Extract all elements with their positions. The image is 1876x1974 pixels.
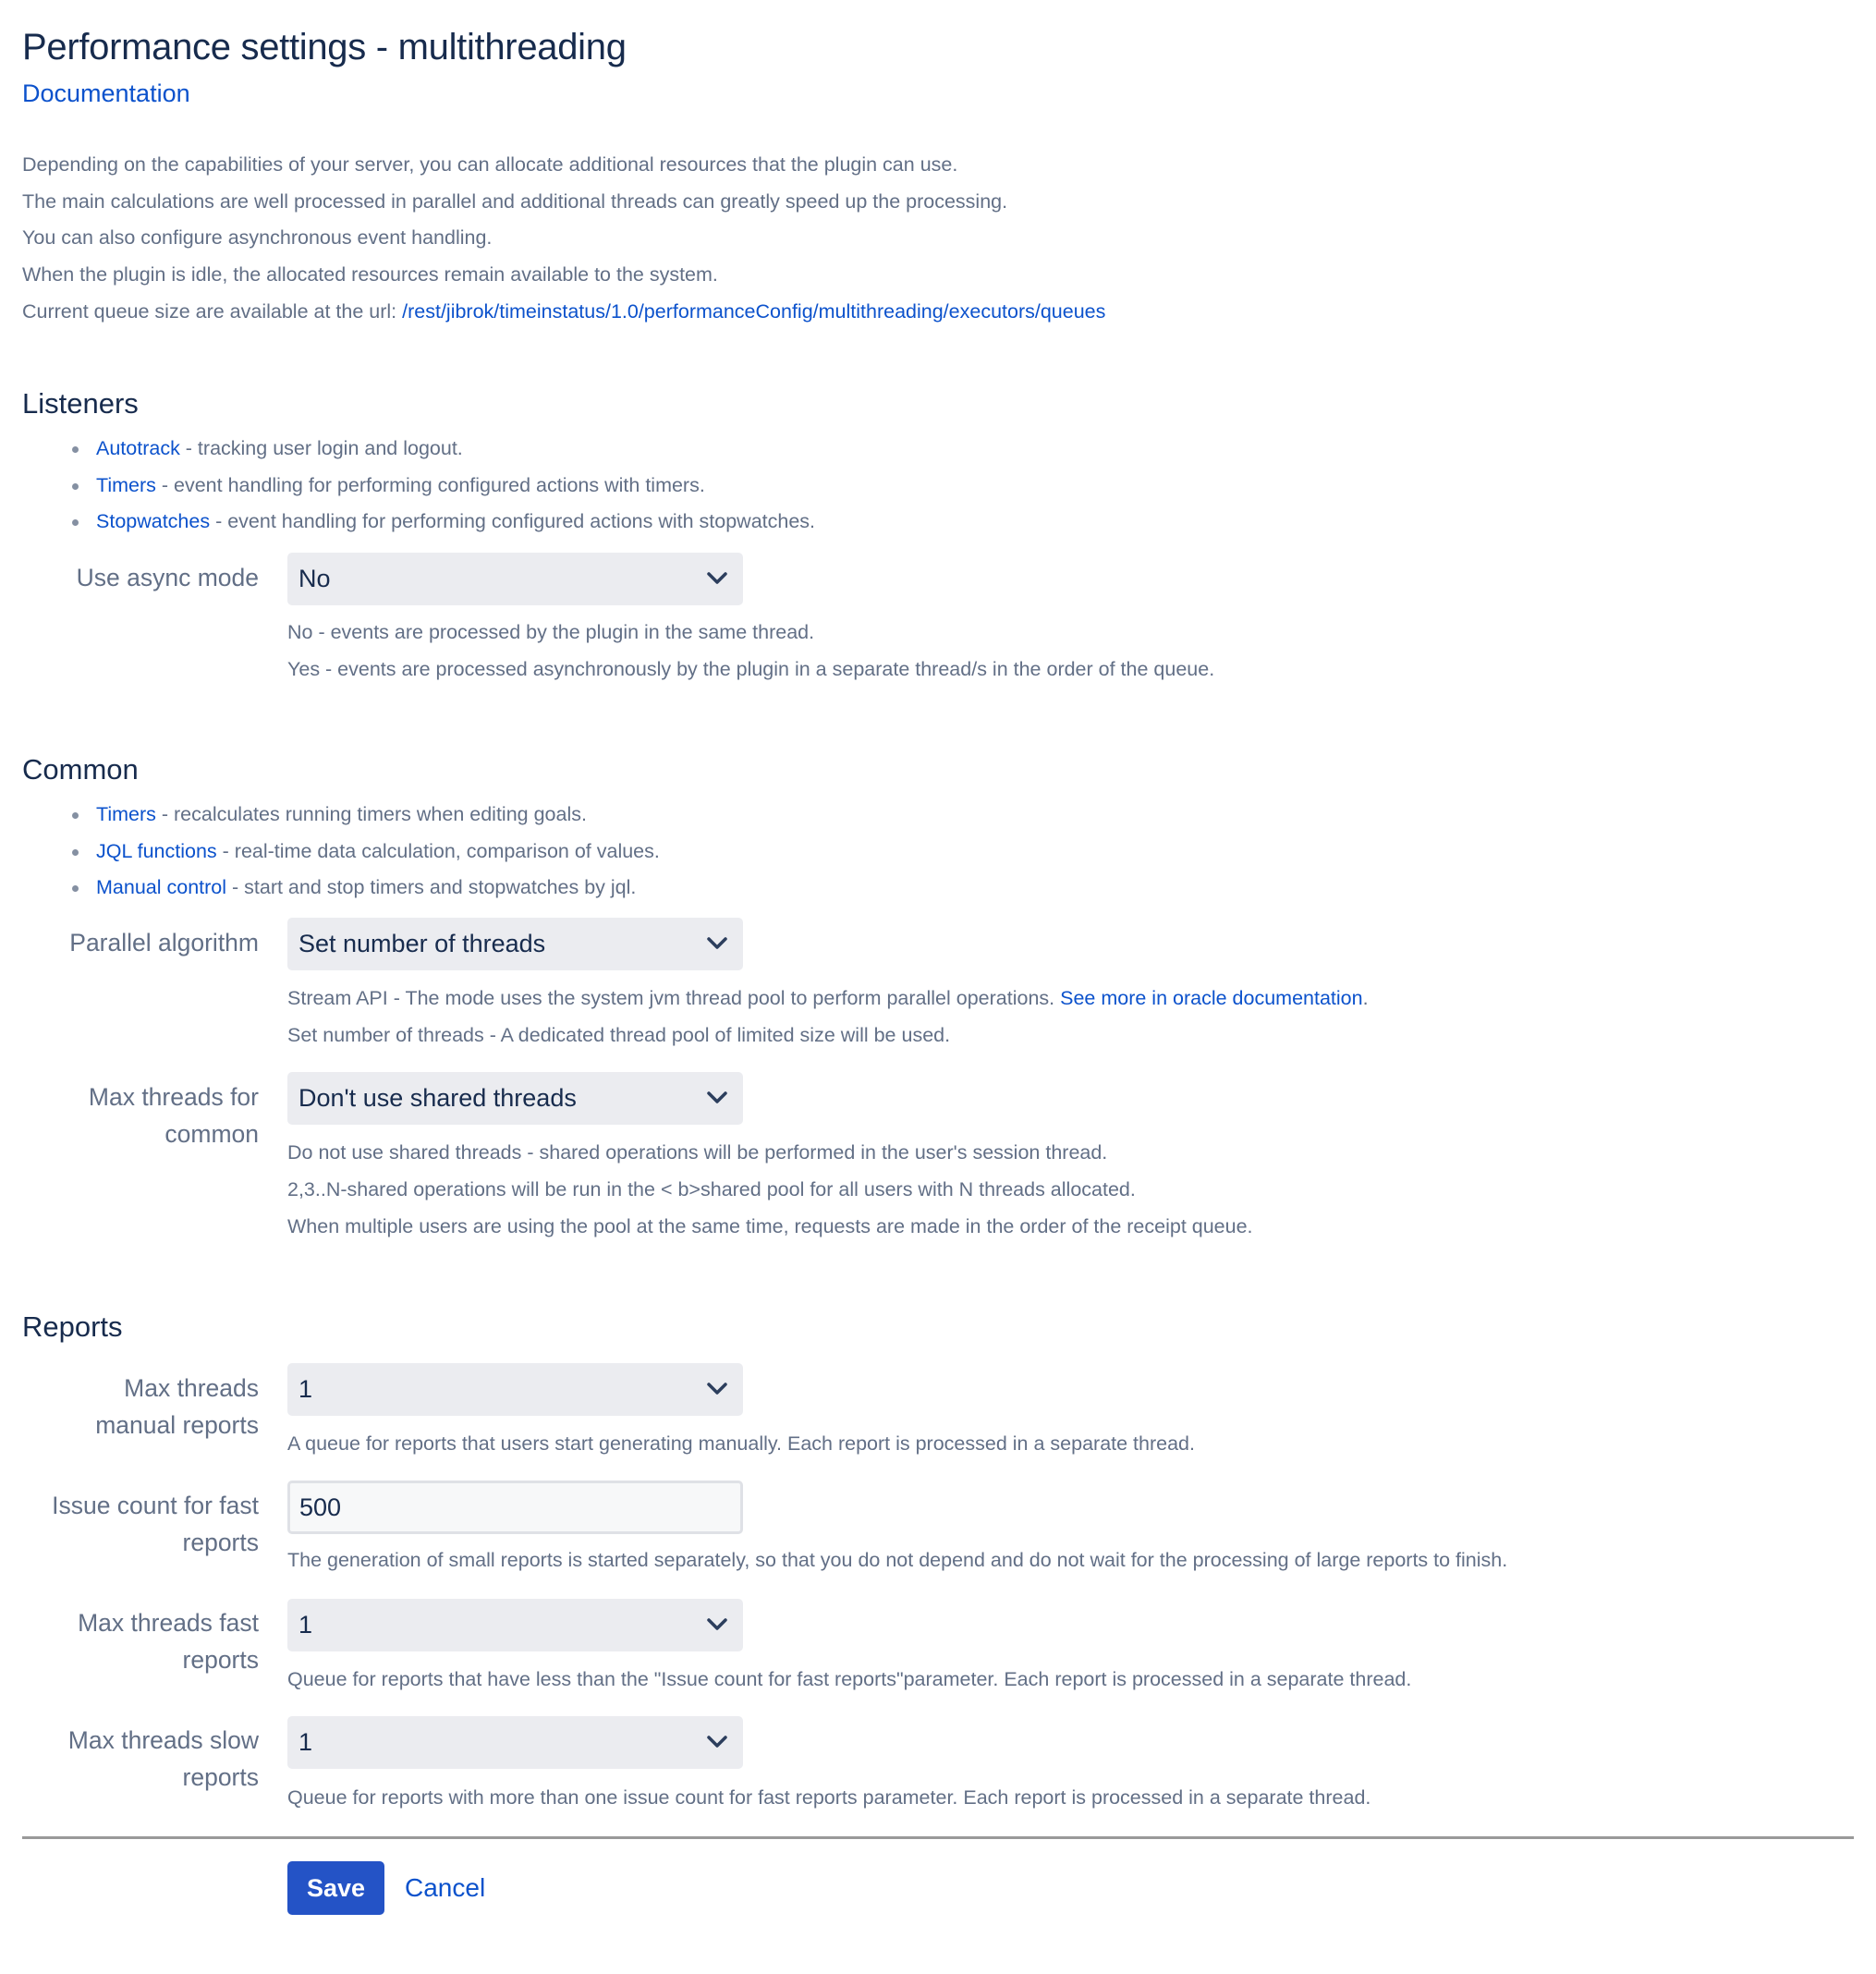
intro-line: Current queue size are available at the … (22, 294, 1105, 331)
list-item-text: - event handling for performing configur… (210, 510, 816, 533)
save-button[interactable]: Save (287, 1861, 384, 1915)
async-mode-select[interactable]: No (287, 553, 743, 605)
intro-text: Depending on the capabilities of your se… (22, 147, 1105, 331)
cancel-button[interactable]: Cancel (405, 1870, 485, 1906)
intro-line: You can also configure asynchronous even… (22, 226, 493, 250)
help-line: Stream API - The mode uses the system jv… (287, 981, 1369, 1017)
intro-line: The main calculations are well processed… (22, 189, 1008, 213)
list-item: JQL functions - real-time data calculati… (72, 834, 660, 871)
common-list: Timers - recalculates running timers whe… (72, 797, 660, 907)
intro-line: When the plugin is idle, the allocated r… (22, 263, 718, 286)
help-line: Yes - events are processed asynchronousl… (287, 657, 1215, 680)
listeners-list: Autotrack - tracking user login and logo… (72, 431, 815, 541)
help-text: Stream API - The mode uses the system jv… (287, 987, 1061, 1009)
help-line: Set number of threads - A dedicated thre… (287, 1023, 951, 1046)
max-threads-slow-select[interactable]: 1 (287, 1716, 743, 1769)
documentation-link[interactable]: Documentation (22, 77, 190, 110)
help-line: No - events are processed by the plugin … (287, 621, 815, 643)
label-line: Max threads slow (67, 1726, 259, 1754)
jql-functions-link[interactable]: JQL functions (96, 840, 217, 862)
list-item: Stopwatches - event handling for perform… (72, 504, 815, 541)
label-line: common (164, 1119, 259, 1148)
list-item-text: - tracking user login and logout. (179, 437, 463, 459)
common-heading: Common (22, 753, 139, 786)
list-item: Manual control - start and stop timers a… (72, 870, 660, 907)
select-value: 1 (298, 1375, 313, 1403)
reports-heading: Reports (22, 1310, 123, 1343)
max-threads-common-help: Do not use shared threads - shared opera… (287, 1135, 1253, 1245)
label-line: Max threads fast (78, 1609, 259, 1637)
label-line: Max threads for (88, 1083, 259, 1111)
autotrack-link[interactable]: Autotrack (96, 437, 180, 459)
list-item: Timers - event handling for performing c… (72, 468, 815, 505)
label-line: reports (182, 1645, 259, 1674)
divider (22, 1836, 1854, 1839)
max-threads-common-label: Max threads for common (89, 1079, 259, 1152)
label-line: reports (182, 1762, 259, 1791)
page-title: Performance settings - multithreading (22, 27, 627, 67)
max-threads-fast-label: Max threads fast reports (78, 1605, 259, 1678)
help-text: . (1362, 987, 1369, 1009)
max-threads-slow-help: Queue for reports with more than one iss… (287, 1786, 1371, 1809)
parallel-algorithm-help: Stream API - The mode uses the system jv… (287, 981, 1369, 1054)
issue-count-input[interactable] (287, 1480, 743, 1534)
parallel-algorithm-select[interactable]: Set number of threads (287, 918, 743, 970)
chevron-down-icon (707, 1383, 727, 1395)
async-mode-label: Use async mode (76, 564, 259, 591)
max-threads-manual-select[interactable]: 1 (287, 1363, 743, 1416)
label-line: Issue count for fast (52, 1492, 259, 1519)
max-threads-fast-help: Queue for reports that have less than th… (287, 1668, 1412, 1690)
help-line: When multiple users are using the pool a… (287, 1214, 1253, 1237)
issue-count-help: The generation of small reports is start… (287, 1549, 1508, 1571)
timers-link[interactable]: Timers (96, 803, 156, 825)
chevron-down-icon (707, 1736, 727, 1748)
list-item-text: - start and stop timers and stopwatches … (226, 876, 637, 899)
async-mode-help: No - events are processed by the plugin … (287, 615, 1214, 688)
max-threads-slow-label: Max threads slow reports (68, 1723, 259, 1796)
help-line: Do not use shared threads - shared opera… (287, 1141, 1108, 1164)
select-value: No (298, 565, 331, 592)
select-value: 1 (298, 1728, 313, 1756)
parallel-algorithm-label: Parallel algorithm (69, 929, 259, 957)
list-item-text: - recalculates running timers when editi… (155, 803, 587, 825)
queue-url-link[interactable]: /rest/jibrok/timeinstatus/1.0/performanc… (402, 300, 1105, 323)
help-line: 2,3..N-shared operations will be run in … (287, 1177, 1136, 1200)
max-threads-manual-help: A queue for reports that users start gen… (287, 1432, 1195, 1455)
select-value: 1 (298, 1611, 313, 1639)
select-value: Don't use shared threads (298, 1084, 577, 1112)
select-value: Set number of threads (298, 930, 546, 957)
label-line: reports (182, 1528, 259, 1556)
intro-line: Depending on the capabilities of your se… (22, 153, 958, 176)
chevron-down-icon (707, 572, 727, 584)
label-line: manual reports (95, 1410, 259, 1439)
chevron-down-icon (707, 1618, 727, 1630)
max-threads-manual-label: Max threads manual reports (95, 1371, 259, 1444)
stopwatches-link[interactable]: Stopwatches (96, 510, 210, 532)
manual-control-link[interactable]: Manual control (96, 876, 226, 898)
queue-url-prefix: Current queue size are available at the … (22, 299, 403, 323)
list-item: Timers - recalculates running timers whe… (72, 797, 660, 834)
oracle-documentation-link[interactable]: See more in oracle documentation (1060, 987, 1362, 1009)
list-item: Autotrack - tracking user login and logo… (72, 431, 815, 468)
list-item-text: - real-time data calculation, comparison… (216, 839, 660, 862)
chevron-down-icon (707, 937, 727, 949)
listeners-heading: Listeners (22, 387, 139, 420)
max-threads-fast-select[interactable]: 1 (287, 1599, 743, 1651)
label-line: Max threads (124, 1374, 259, 1402)
list-item-text: - event handling for performing configur… (155, 473, 705, 496)
issue-count-label: Issue count for fast reports (52, 1488, 259, 1561)
chevron-down-icon (707, 1091, 727, 1103)
max-threads-common-select[interactable]: Don't use shared threads (287, 1072, 743, 1125)
timers-link[interactable]: Timers (96, 474, 156, 496)
